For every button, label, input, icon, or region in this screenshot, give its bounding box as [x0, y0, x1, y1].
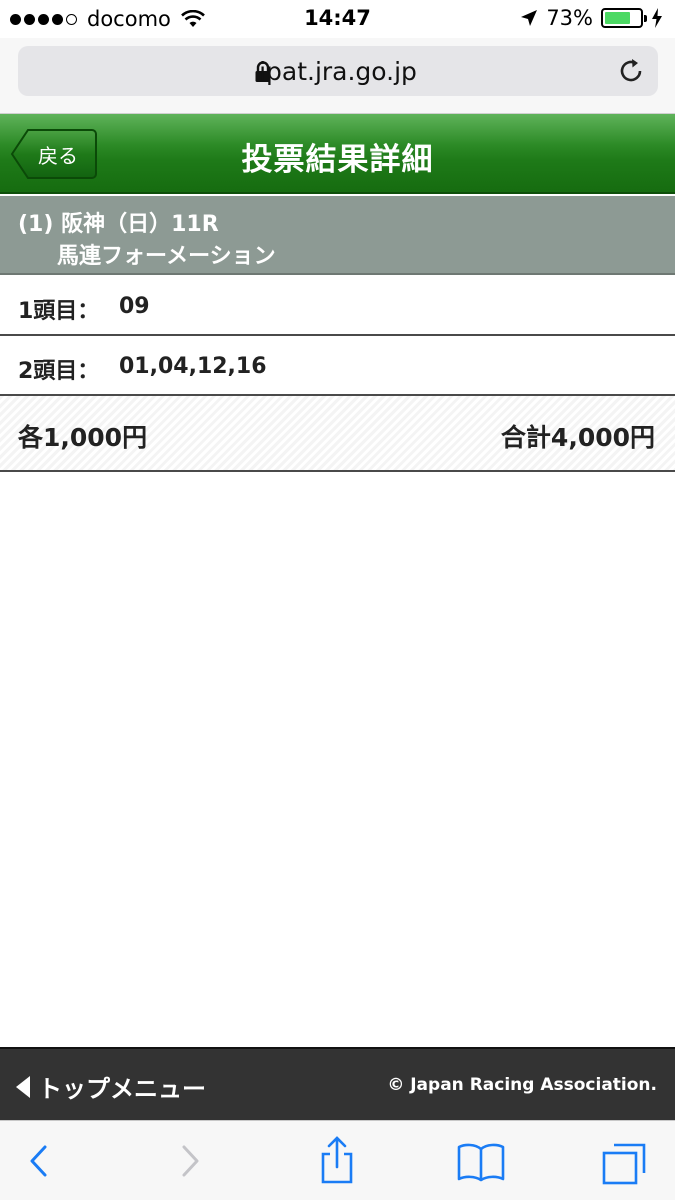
- battery-icon: [601, 8, 647, 28]
- bet-type: 馬連フォーメーション: [57, 244, 276, 269]
- bookmarks-icon[interactable]: [455, 1135, 507, 1187]
- location-arrow-icon: [521, 10, 538, 26]
- url-text: ipat.jra.go.jp: [259, 57, 417, 86]
- top-menu-label: トップメニュー: [38, 1075, 206, 1103]
- browser-toolbar: [0, 1120, 675, 1200]
- footer-bar: トップメニュー © Japan Racing Association.: [0, 1047, 675, 1120]
- race-name: (1) 阪神（日）11R: [18, 212, 219, 237]
- triangle-left-icon: [16, 1075, 30, 1098]
- status-bar: docomo 14:47 73%: [0, 0, 675, 38]
- tabs-icon[interactable]: [600, 1135, 652, 1187]
- copyright: © Japan Racing Association.: [387, 1075, 657, 1095]
- share-icon[interactable]: [311, 1135, 363, 1187]
- amount-total: 合計4,000円: [500, 423, 655, 452]
- page-title: 投票結果詳細: [241, 142, 434, 178]
- amount-row: 各1,000円 合計4,000円: [0, 396, 675, 472]
- selection-value: 01,04,12,16: [119, 354, 267, 379]
- selection-row-2: 2頭目： 01,04,12,16: [0, 336, 675, 396]
- charging-bolt-icon: [652, 8, 662, 28]
- reload-icon[interactable]: [616, 56, 646, 86]
- forward-chevron-icon[interactable]: [164, 1135, 216, 1187]
- amount-each: 各1,000円: [18, 423, 148, 452]
- selection-label: 1頭目：: [18, 299, 100, 324]
- selection-row-1: 1頭目： 09: [0, 276, 675, 336]
- battery-percent: 73%: [546, 6, 593, 30]
- top-menu-link[interactable]: トップメニュー: [16, 1069, 206, 1104]
- selection-value: 09: [119, 294, 150, 319]
- address-bar[interactable]: ipat.jra.go.jp: [18, 46, 658, 96]
- back-chevron-icon[interactable]: [12, 1135, 64, 1187]
- browser-address-area: ipat.jra.go.jp: [0, 38, 675, 114]
- race-info-bar: (1) 阪神（日）11R 馬連フォーメーション: [0, 196, 675, 275]
- app-header: 戻る 投票結果詳細: [0, 114, 675, 194]
- battery-level: [605, 12, 630, 24]
- status-right: 73%: [520, 6, 663, 30]
- selection-label: 2頭目：: [18, 359, 100, 384]
